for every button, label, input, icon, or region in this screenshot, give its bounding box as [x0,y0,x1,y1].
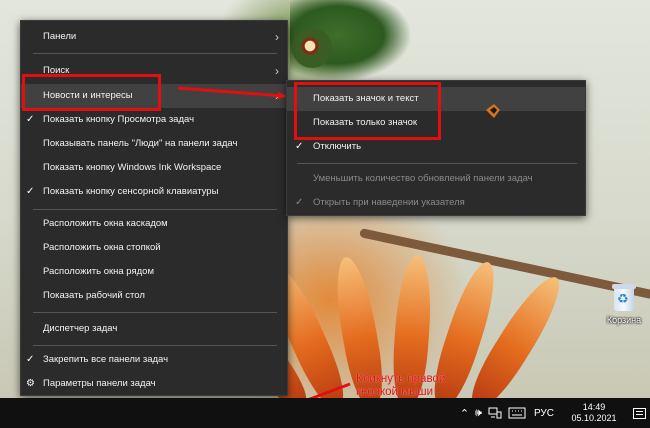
notification-icon [632,407,646,419]
chevron-right-icon: › [275,64,279,78]
recycle-bin-icon [610,282,638,312]
recycle-bin-label: Корзина [606,315,642,325]
notification-center-button[interactable] [628,398,650,428]
chevron-right-icon: › [275,30,279,44]
menu-item-label: Показать рабочий стол [43,290,145,301]
chevron-up-icon[interactable]: ⌃ [460,403,469,423]
gear-icon: ⚙ [26,378,35,389]
checkmark-icon: ✓ [295,197,304,208]
menu-item-show-touch-keyboard[interactable]: ✓ Показать кнопку сенсорной клавиатуры [21,180,287,204]
menu-item-label: Уменьшить количество обновлений панели з… [313,173,533,184]
menu-item-label: Панели [43,31,77,42]
submenu-item-open-on-hover: ✓ Открыть при наведении указателя [287,191,585,215]
bird-head [292,28,332,68]
menu-item-label: Диспетчер задач [43,323,118,334]
menu-item-show-ink-workspace[interactable]: Показать кнопку Windows Ink Workspace [21,156,287,180]
input-language[interactable]: РУС [534,403,554,423]
clock[interactable]: 14:49 05.10.2021 [566,402,622,424]
menu-item-label: Расположить окна стопкой [43,242,161,253]
annotation-label: Кликнуть правой кнопкой мыши [356,373,445,399]
volume-icon[interactable]: 🕪 [475,403,482,423]
menu-item-stack-windows[interactable]: Расположить окна стопкой [21,236,287,260]
menu-item-label: Расположить окна каскадом [43,218,168,229]
menu-item-show-task-view[interactable]: ✓ Показать кнопку Просмотра задач [21,108,287,132]
menu-item-label: Отключить [313,141,362,152]
checkmark-icon: ✓ [26,114,35,125]
menu-divider [33,53,277,54]
menu-divider [33,345,277,346]
menu-divider [297,163,577,164]
menu-item-label: Параметры панели задач [43,378,156,389]
menu-item-label: Показывать панель "Люди" на панели задач [43,138,238,149]
recycle-bin-desktop-icon[interactable]: Корзина [600,282,648,325]
menu-item-label: Показать кнопку сенсорной клавиатуры [43,186,219,197]
network-icon[interactable] [488,403,502,423]
highlight-box-news-item [22,74,161,111]
menu-divider [33,209,277,210]
annotation-line-1: Кликнуть правой [356,373,446,385]
menu-item-side-by-side[interactable]: Расположить окна рядом [21,260,287,284]
checkmark-icon: ✓ [26,354,35,365]
menu-item-label: Показать кнопку Просмотра задач [43,114,195,125]
submenu-item-reduce-updates: Уменьшить количество обновлений панели з… [287,167,585,191]
system-tray: ⌃ 🕪 РУС 14:49 05.10.2021 [460,398,650,428]
highlight-box-submenu-options [294,82,441,140]
menu-item-label: Закрепить все панели задач [43,354,169,365]
taskbar[interactable]: ⌃ 🕪 РУС 14:49 05.10.2021 [0,398,650,428]
menu-item-cascade-windows[interactable]: Расположить окна каскадом [21,212,287,236]
clock-time: 14:49 [582,402,606,412]
menu-item-taskbar-settings[interactable]: ⚙ Параметры панели задач [21,372,287,396]
menu-item-task-manager[interactable]: Диспетчер задач [21,317,287,341]
menu-item-panels[interactable]: Панели › [21,25,287,49]
menu-divider [33,312,277,313]
keyboard-icon[interactable] [508,403,526,423]
menu-item-label: Открыть при наведении указателя [313,197,465,208]
menu-item-lock-taskbars[interactable]: ✓ Закрепить все панели задач [21,348,287,372]
menu-item-label: Расположить окна рядом [43,266,154,277]
menu-item-show-people[interactable]: Показывать панель "Люди" на панели задач [21,132,287,156]
checkmark-icon: ✓ [26,186,35,197]
clock-date: 05.10.2021 [571,413,617,423]
menu-item-label: Показать кнопку Windows Ink Workspace [43,162,222,173]
menu-item-show-desktop[interactable]: Показать рабочий стол [21,284,287,308]
chevron-right-icon: › [275,89,279,103]
